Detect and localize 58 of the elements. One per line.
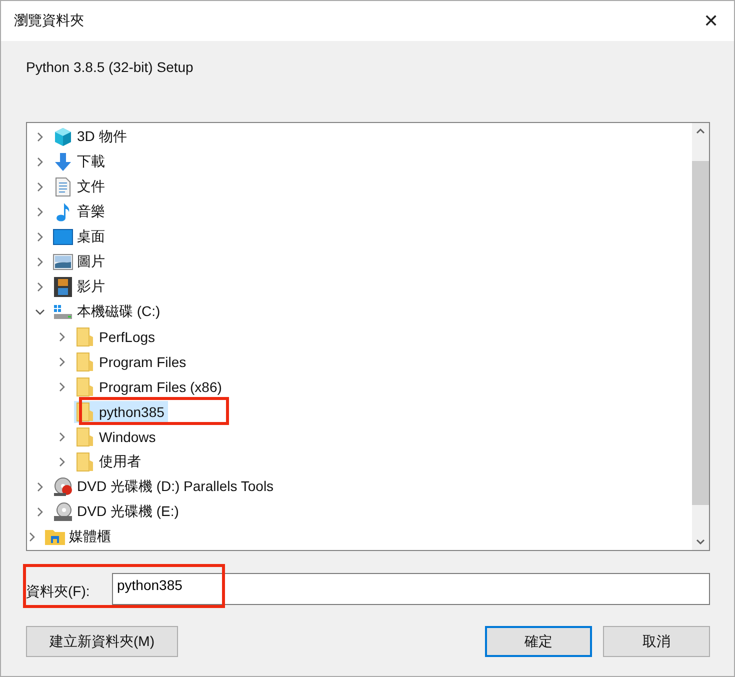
collapse-chevron-icon[interactable] xyxy=(35,306,45,316)
expand-chevron-icon[interactable] xyxy=(35,232,45,242)
folder-name-field[interactable]: python385 xyxy=(112,573,710,605)
tree-item[interactable]: 桌面 xyxy=(52,226,109,248)
library-icon xyxy=(44,528,66,546)
expand-chevron-icon[interactable] xyxy=(35,132,45,142)
music-note-icon xyxy=(55,202,71,222)
drive-icon xyxy=(53,304,73,320)
disc-drive-icon xyxy=(53,502,73,522)
expand-chevron-icon[interactable] xyxy=(57,382,67,392)
folder-icon xyxy=(76,426,94,446)
expand-chevron-icon[interactable] xyxy=(35,482,45,492)
tree-item[interactable]: 影片 xyxy=(52,276,109,298)
tree-item[interactable]: Program Files (x86) xyxy=(74,376,226,398)
expand-chevron-icon[interactable] xyxy=(57,432,67,442)
expand-chevron-icon[interactable] xyxy=(35,182,45,192)
dialog-description: Python 3.8.5 (32-bit) Setup xyxy=(26,59,194,76)
picture-icon xyxy=(53,254,73,270)
folder-icon xyxy=(76,376,94,396)
expand-chevron-icon[interactable] xyxy=(57,356,67,366)
folder-icon xyxy=(76,452,94,472)
window-title: 瀏覽資料夾 xyxy=(14,12,84,30)
folder-icon xyxy=(76,326,94,346)
dialog-button[interactable]: 確定 xyxy=(485,626,592,657)
expand-chevron-icon[interactable] xyxy=(35,156,45,166)
expand-chevron-icon[interactable] xyxy=(27,532,37,542)
tree-item[interactable]: python385 xyxy=(74,400,168,422)
tree-item[interactable]: Program Files xyxy=(74,350,190,372)
tree-item[interactable]: 音樂 xyxy=(52,200,109,222)
tree-item[interactable]: 3D 物件 xyxy=(52,126,131,148)
tree-item[interactable]: PerfLogs xyxy=(74,326,160,348)
tree-item[interactable]: DVD 光碟機 (E:) xyxy=(52,500,183,522)
dialog-button[interactable]: 取消 xyxy=(603,626,710,657)
close-button[interactable]: ✕ xyxy=(688,1,734,41)
down-arrow-icon xyxy=(53,152,73,172)
expand-chevron-icon[interactable] xyxy=(35,256,45,266)
expand-chevron-icon[interactable] xyxy=(35,206,45,216)
folder-label: 資料夾(F): xyxy=(26,582,91,601)
cube-icon xyxy=(53,126,73,146)
expand-chevron-icon[interactable] xyxy=(35,282,45,292)
expand-chevron-icon[interactable] xyxy=(35,506,45,516)
expand-chevron-icon[interactable] xyxy=(57,456,67,466)
disc-drive-icon xyxy=(53,476,73,496)
tree-item[interactable]: DVD 光碟機 (D:) Parallels Tools xyxy=(52,476,278,498)
tree-item[interactable]: 下載 xyxy=(52,150,109,172)
scrollbar[interactable] xyxy=(692,123,709,550)
desktop-icon xyxy=(53,228,73,246)
tree-item[interactable]: 本機磁碟 (C:) xyxy=(52,300,164,322)
tree-item[interactable]: Windows xyxy=(74,426,160,448)
document-icon xyxy=(55,176,71,196)
film-icon xyxy=(54,276,72,296)
tree-item[interactable]: 文件 xyxy=(52,176,109,198)
expand-chevron-icon[interactable] xyxy=(57,332,67,342)
tree-item[interactable]: 圖片 xyxy=(52,250,109,272)
tree-item[interactable]: 媒體櫃 xyxy=(44,526,115,548)
folder-icon xyxy=(76,352,94,372)
tree-item[interactable]: 使用者 xyxy=(74,450,145,472)
dialog-button[interactable]: 建立新資料夾(M) xyxy=(26,626,178,657)
